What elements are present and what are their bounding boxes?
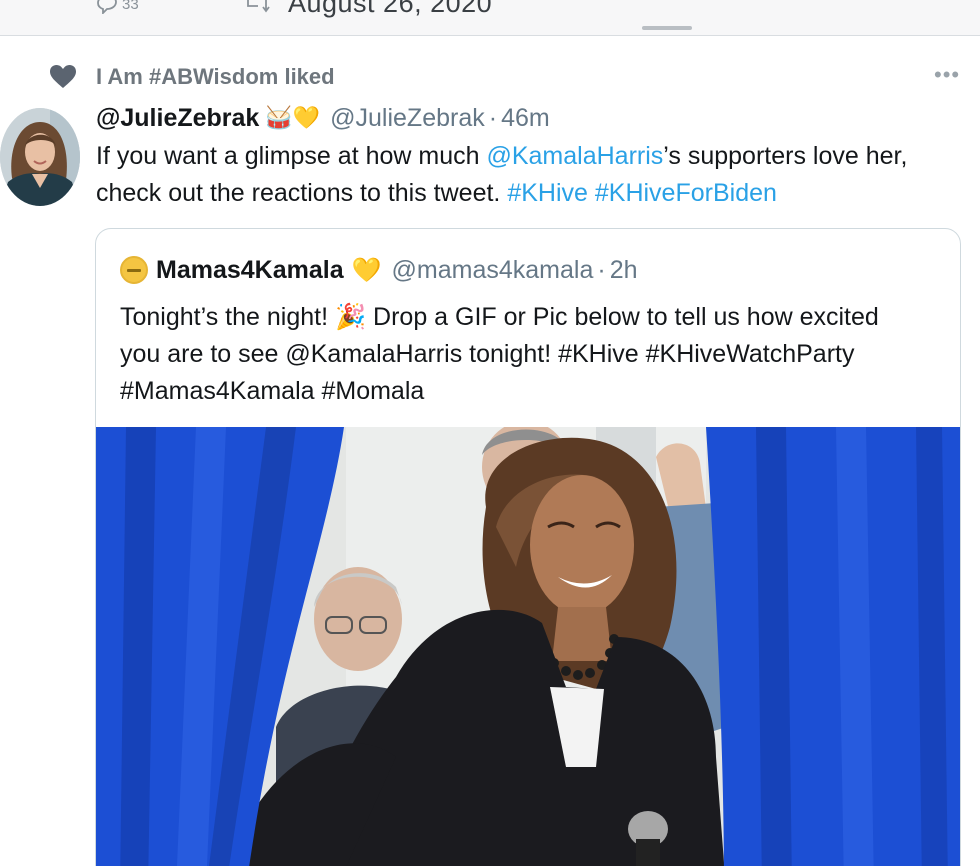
quoted-avatar [120,256,148,284]
tweet-text-part-1: If you want a glimpse at how much [96,142,487,170]
mention-link[interactable]: @KamalaHarris [486,142,663,170]
dot-separator: · [488,103,498,132]
retweet-icon [247,0,270,13]
quoted-handle: @mamas4kamala [391,255,594,284]
hashtag-link[interactable]: #KHiveForBiden [595,179,777,207]
yellow-heart-icon: 💛 [351,256,382,284]
heart-icon [48,64,78,90]
reply-button[interactable]: 33 [96,0,139,14]
previous-tweet-date: August 26, 2020 [288,0,493,18]
dot-separator: · [597,255,606,284]
reply-count: 33 [122,0,139,13]
author-name-emojis: 🥁💛 [265,105,321,130]
reply-icon [97,0,117,14]
avatar[interactable] [0,108,80,206]
social-context[interactable]: I Am #ABWisdom liked [48,62,335,92]
sheet-grabber-handle[interactable] [642,26,692,30]
quoted-tweet-text: Tonight’s the night! 🎉 Drop a GIF or Pic… [120,303,879,405]
quoted-timestamp: 2h [609,255,638,284]
quoted-tweet-card[interactable]: Mamas4Kamala 💛 @mamas4kamala · 2h Tonigh… [95,228,961,866]
hashtag-space [588,179,595,207]
more-options-icon[interactable]: ••• [934,62,960,88]
author-handle[interactable]: @JulieZebrak [330,104,485,133]
social-context-label: I Am #ABWisdom liked [96,64,335,89]
previous-tweet-action-bar: 33 August 26, 2020 [0,0,980,36]
tweet-timestamp[interactable]: 46m [501,104,550,133]
retweet-button[interactable] [244,0,270,20]
quoted-tweet-photo[interactable] [96,427,960,866]
quoted-tweet-header: Mamas4Kamala 💛 @mamas4kamala · 2h [120,253,638,287]
quoted-display-name: Mamas4Kamala [156,255,344,284]
tweet-text: If you want a glimpse at how much @Kamal… [96,138,956,212]
hashtag-link[interactable]: #KHive [507,179,588,207]
tweet-header: @JulieZebrak 🥁💛 @JulieZebrak · 46m [96,100,550,136]
author-display-name[interactable]: @JulieZebrak [96,104,259,133]
